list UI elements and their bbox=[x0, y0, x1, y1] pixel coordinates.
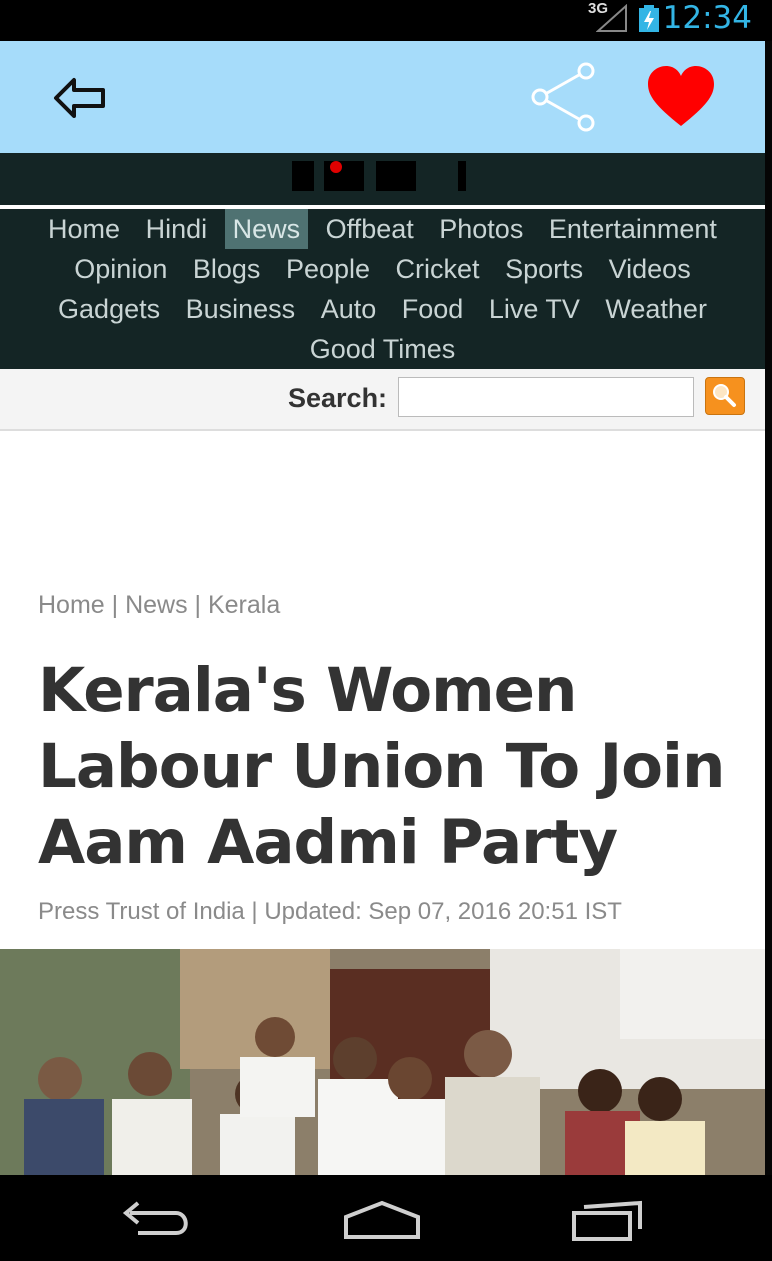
nav-link-photos[interactable]: Photos bbox=[431, 209, 531, 249]
heart-icon[interactable] bbox=[646, 66, 716, 128]
nav-link-home[interactable]: Home bbox=[40, 209, 128, 249]
nav-link-live-tv[interactable]: Live TV bbox=[481, 289, 588, 329]
search-button[interactable] bbox=[705, 377, 745, 415]
share-icon[interactable] bbox=[528, 61, 598, 133]
window-edge bbox=[765, 41, 772, 1175]
search-bar: Search: bbox=[0, 369, 765, 431]
status-bar: 3G 12:34 bbox=[0, 0, 772, 41]
nav-link-food[interactable]: Food bbox=[394, 289, 472, 329]
nav-link-opinion[interactable]: Opinion bbox=[66, 249, 175, 289]
nav-link-hindi[interactable]: Hindi bbox=[138, 209, 216, 249]
nav-link-auto[interactable]: Auto bbox=[313, 289, 385, 329]
nav-link-offbeat[interactable]: Offbeat bbox=[318, 209, 422, 249]
app-bar bbox=[0, 41, 765, 153]
article-byline: Press Trust of India | Updated: Sep 07, … bbox=[38, 898, 622, 925]
search-input[interactable] bbox=[398, 377, 694, 417]
clock: 12:34 bbox=[662, 0, 752, 36]
nav-link-good-times[interactable]: Good Times bbox=[302, 329, 464, 369]
nav-row: Gadgets Business Auto Food Live TV Weath… bbox=[0, 289, 765, 329]
nav-link-news[interactable]: News bbox=[224, 209, 309, 249]
back-arrow-icon[interactable] bbox=[50, 71, 110, 126]
signal-icon bbox=[596, 4, 627, 32]
nav-link-entertainment[interactable]: Entertainment bbox=[541, 209, 725, 249]
nav-back-icon[interactable] bbox=[118, 1197, 198, 1243]
search-label: Search: bbox=[288, 383, 388, 413]
nav-row: Home Hindi News Offbeat Photos Entertain… bbox=[0, 209, 765, 249]
nav-row: Opinion Blogs People Cricket Sports Vide… bbox=[0, 249, 765, 289]
nav-link-weather[interactable]: Weather bbox=[597, 289, 715, 329]
nav-home-icon[interactable] bbox=[342, 1197, 422, 1243]
nav-link-cricket[interactable]: Cricket bbox=[388, 249, 488, 289]
nav-link-sports[interactable]: Sports bbox=[497, 249, 591, 289]
article-headline: Kerala's Women Labour Union To Join Aam … bbox=[38, 655, 725, 878]
site-nav: Home Hindi News Offbeat Photos Entertain… bbox=[0, 209, 765, 369]
nav-link-business[interactable]: Business bbox=[178, 289, 304, 329]
battery-charging-icon bbox=[639, 5, 659, 32]
magnifier-icon bbox=[713, 384, 736, 407]
nav-link-people[interactable]: People bbox=[278, 249, 378, 289]
site-header bbox=[0, 153, 765, 205]
nav-row: Good Times bbox=[0, 329, 765, 369]
nav-link-blogs[interactable]: Blogs bbox=[185, 249, 269, 289]
system-nav-bar bbox=[0, 1175, 772, 1261]
site-logo bbox=[292, 161, 466, 191]
article-photo bbox=[0, 949, 765, 1175]
nav-link-gadgets[interactable]: Gadgets bbox=[50, 289, 168, 329]
breadcrumb[interactable]: Home | News | Kerala bbox=[38, 591, 280, 620]
nav-link-videos[interactable]: Videos bbox=[601, 249, 699, 289]
web-content: Home Hindi News Offbeat Photos Entertain… bbox=[0, 153, 765, 1175]
nav-recents-icon[interactable] bbox=[568, 1197, 648, 1243]
